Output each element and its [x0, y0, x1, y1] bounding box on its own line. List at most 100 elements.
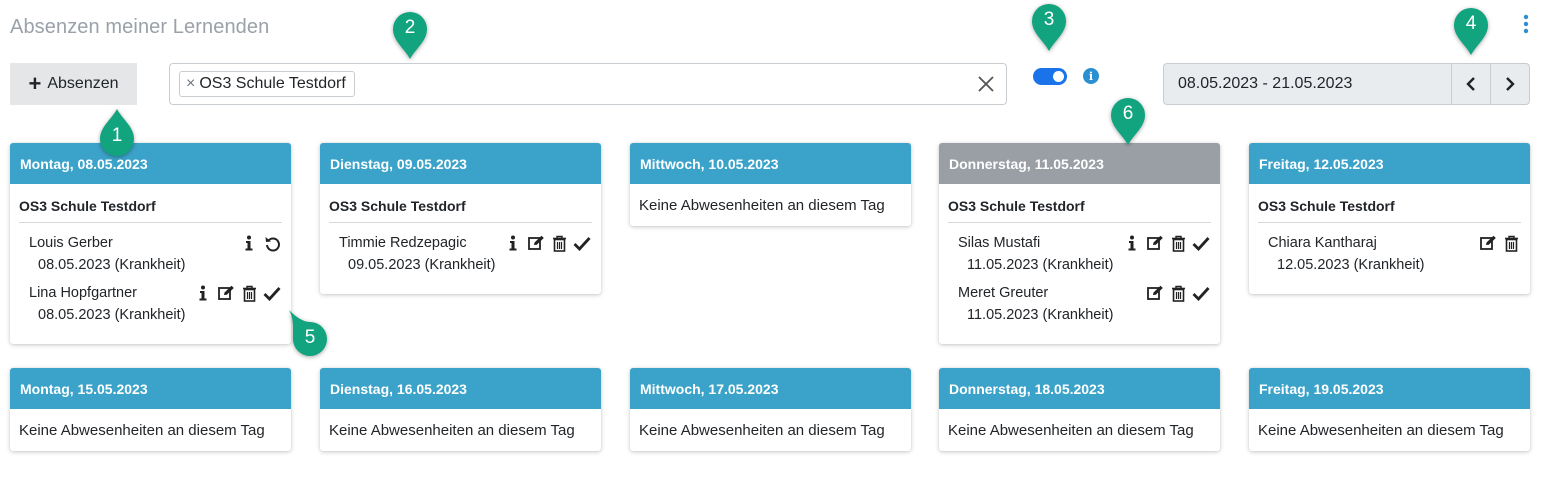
page-title: Absenzen meiner Lernenden [10, 16, 270, 38]
filter-chip: × OS3 Schule Testdorf [179, 71, 355, 97]
toggle-knob [1053, 71, 1064, 82]
day-card: Dienstag, 16.05.2023 Keine Abwesenheiten … [320, 368, 601, 451]
entry-actions [1122, 234, 1211, 252]
entry-actions [1145, 284, 1211, 302]
day-card-header: Freitag, 12.05.2023 [1249, 143, 1530, 184]
day-card-header: Dienstag, 16.05.2023 [320, 368, 601, 409]
day-card: Montag, 15.05.2023 Keine Abwesenheiten an… [10, 368, 291, 451]
add-absence-label: Absenzen [47, 75, 119, 92]
info-icon[interactable]: i [1083, 68, 1099, 84]
school-name: OS3 Schule Testdorf [19, 184, 282, 223]
day-card-body: OS3 Schule Testdorf Louis Gerber 08.05.202… [10, 184, 291, 344]
absence-entry: Silas Mustafi 11.05.2023 (Krankheit) [948, 223, 1211, 273]
day-card: Dienstag, 09.05.2023 OS3 Schule Testdorf T… [320, 143, 601, 294]
day-card: Mittwoch, 17.05.2023 Keine Abwesenheiten … [630, 368, 911, 451]
marker-number: 2 [404, 17, 416, 38]
day-card-body: Keine Abwesenheiten an diesem Tag [939, 409, 1220, 451]
class-filter-input[interactable]: × OS3 Schule Testdorf [169, 63, 1007, 105]
more-options-icon[interactable] [1518, 12, 1534, 36]
clear-filter-icon[interactable] [976, 74, 996, 94]
edit-icon[interactable] [1145, 284, 1165, 302]
no-absences-text: Keine Abwesenheiten an diesem Tag [19, 422, 265, 439]
day-card-header: Montag, 15.05.2023 [10, 368, 291, 409]
marker-number: 1 [111, 125, 123, 146]
absence-entry: Meret Greuter 11.05.2023 (Krankheit) [948, 273, 1211, 323]
trash-icon[interactable] [1168, 284, 1188, 302]
day-card-header: Montag, 08.05.2023 [10, 143, 291, 184]
day-card: Montag, 08.05.2023 OS3 Schule Testdorf Lou… [10, 143, 291, 344]
no-absences-text: Keine Abwesenheiten an diesem Tag [1258, 422, 1504, 439]
next-week-button[interactable] [1490, 64, 1529, 104]
day-card: Freitag, 19.05.2023 Keine Abwesenheiten a… [1249, 368, 1530, 451]
plus-icon: + [28, 71, 42, 96]
view-toggle[interactable] [1033, 68, 1067, 85]
check-icon[interactable] [1191, 234, 1211, 252]
absence-detail: 11.05.2023 (Krankheit) [967, 257, 1114, 273]
day-card-header: Dienstag, 09.05.2023 [320, 143, 601, 184]
day-card-header: Donnerstag, 11.05.2023 [939, 143, 1220, 184]
check-icon[interactable] [262, 284, 282, 302]
school-name: OS3 Schule Testdorf [1258, 184, 1521, 223]
no-absences-text: Keine Abwesenheiten an diesem Tag [639, 422, 885, 439]
absence-detail: 12.05.2023 (Krankheit) [1277, 257, 1425, 273]
annotation-marker: 1 [97, 108, 137, 158]
absence-entry: Louis Gerber 08.05.2023 (Krankheit) [19, 223, 282, 273]
undo-icon[interactable] [262, 234, 282, 252]
marker-number: 5 [304, 327, 316, 348]
day-card-body: OS3 Schule Testdorf Chiara Kantharaj 12.05… [1249, 184, 1530, 294]
info-icon[interactable] [239, 234, 259, 252]
annotation-marker: 4 [1451, 6, 1491, 56]
date-range-text: 08.05.2023 - 21.05.2023 [1178, 75, 1353, 92]
edit-icon[interactable] [216, 284, 236, 302]
edit-icon[interactable] [526, 234, 546, 252]
entry-actions [1478, 234, 1521, 252]
info-icon[interactable] [503, 234, 523, 252]
annotation-marker: 3 [1029, 2, 1069, 52]
annotation-marker: 5 [288, 309, 328, 359]
trash-icon[interactable] [1501, 234, 1521, 252]
add-absence-button[interactable]: + Absenzen [10, 63, 137, 105]
day-card: Freitag, 12.05.2023 OS3 Schule Testdorf Ch… [1249, 143, 1530, 294]
annotation-marker: 6 [1108, 96, 1148, 146]
entry-actions [239, 234, 282, 252]
day-card-body: Keine Abwesenheiten an diesem Tag [1249, 409, 1530, 451]
day-card: Donnerstag, 11.05.2023 OS3 Schule Testdor… [939, 143, 1220, 344]
day-card: Donnerstag, 18.05.2023 Keine Abwesenheite… [939, 368, 1220, 451]
absence-detail: 09.05.2023 (Krankheit) [348, 257, 496, 273]
trash-icon[interactable] [239, 284, 259, 302]
entry-actions [503, 234, 592, 252]
absence-entry: Timmie Redzepagic 09.05.2023 (Krankheit) [329, 223, 592, 273]
school-name: OS3 Schule Testdorf [329, 184, 592, 223]
remove-chip-icon[interactable]: × [186, 75, 195, 93]
no-absences-text: Keine Abwesenheiten an diesem Tag [329, 422, 575, 439]
entry-actions [193, 284, 282, 302]
info-icon[interactable] [1122, 234, 1142, 252]
no-absences-text: Keine Abwesenheiten an diesem Tag [948, 422, 1194, 439]
day-card-body: Keine Abwesenheiten an diesem Tag [320, 409, 601, 451]
edit-icon[interactable] [1145, 234, 1165, 252]
check-icon[interactable] [572, 234, 592, 252]
previous-week-button[interactable] [1451, 64, 1490, 104]
school-name: OS3 Schule Testdorf [948, 184, 1211, 223]
marker-number: 3 [1043, 9, 1055, 30]
no-absences-text: Keine Abwesenheiten an diesem Tag [639, 197, 885, 214]
day-card-body: OS3 Schule Testdorf Silas Mustafi 11.05.20… [939, 184, 1220, 344]
absence-entry: Chiara Kantharaj 12.05.2023 (Krankheit) [1258, 223, 1521, 273]
date-range-picker[interactable]: 08.05.2023 - 21.05.2023 [1163, 63, 1530, 105]
day-card-body: OS3 Schule Testdorf Timmie Redzepagic 09.0… [320, 184, 601, 294]
filter-chip-label: OS3 Schule Testdorf [199, 75, 346, 92]
day-card-header: Mittwoch, 17.05.2023 [630, 368, 911, 409]
chevron-left-icon [1466, 77, 1475, 91]
edit-icon[interactable] [1478, 234, 1498, 252]
day-card-header: Mittwoch, 10.05.2023 [630, 143, 911, 184]
absence-detail: 11.05.2023 (Krankheit) [967, 307, 1114, 323]
trash-icon[interactable] [549, 234, 569, 252]
day-card-header: Donnerstag, 18.05.2023 [939, 368, 1220, 409]
annotation-marker: 2 [390, 10, 430, 60]
check-icon[interactable] [1191, 284, 1211, 302]
trash-icon[interactable] [1168, 234, 1188, 252]
info-icon[interactable] [193, 284, 213, 302]
day-card-body: Keine Abwesenheiten an diesem Tag [630, 184, 911, 226]
day-card-body: Keine Abwesenheiten an diesem Tag [10, 409, 291, 451]
day-card-body: Keine Abwesenheiten an diesem Tag [630, 409, 911, 451]
